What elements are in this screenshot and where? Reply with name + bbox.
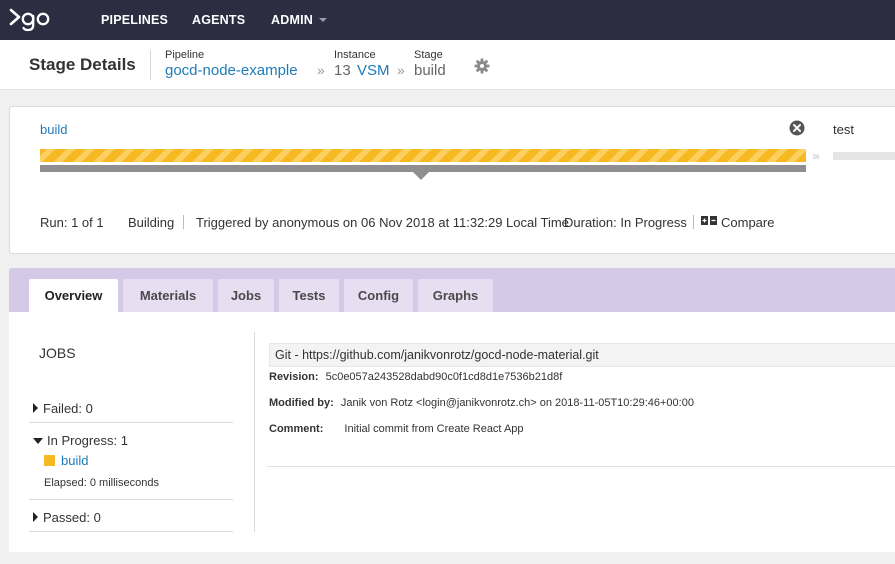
- gear-icon[interactable]: [474, 58, 490, 74]
- compare-icon[interactable]: [701, 215, 717, 227]
- stage-label: Stage: [414, 49, 443, 61]
- jobs-failed-toggle[interactable]: Failed: 0: [33, 401, 93, 416]
- stage-status: Building: [128, 215, 175, 230]
- tab-materials[interactable]: Materials: [123, 279, 213, 312]
- nav-agents[interactable]: AGENTS: [192, 13, 245, 27]
- breadcrumb-separator: »: [317, 62, 325, 78]
- comment-value: Initial commit from Create React App: [344, 423, 524, 435]
- nav-admin[interactable]: ADMIN: [271, 13, 327, 27]
- compare-link[interactable]: Compare: [721, 215, 774, 230]
- jobs-divider: [29, 531, 233, 532]
- tab-config[interactable]: Config: [344, 279, 413, 312]
- expand-icon: [33, 512, 38, 522]
- selected-stage-indicator: [413, 172, 429, 180]
- duration-info: Duration: In Progress: [564, 215, 687, 230]
- go-logo-icon[interactable]: [8, 7, 52, 33]
- modified-value: Janik von Rotz <login@janikvonrotz.ch> o…: [340, 397, 694, 409]
- jobs-failed-label: Failed: 0: [43, 401, 93, 416]
- expand-icon: [33, 403, 38, 413]
- top-navigation: PIPELINES AGENTS ADMIN: [0, 0, 895, 40]
- stage-header: Stage Details Pipeline gocd-node-example…: [0, 40, 895, 90]
- stage-value: build: [414, 62, 446, 79]
- stage-progress-panel: build test ››› Run: 1 of 1 Building Trig…: [9, 106, 895, 254]
- jobs-title: JOBS: [39, 345, 76, 361]
- tab-jobs[interactable]: Jobs: [218, 279, 274, 312]
- revision-value: 5c0e057a243528dabd90c0f1cd8d1e7536b21d8f: [325, 371, 563, 383]
- stage-progress-track: [40, 165, 806, 172]
- stage-tabs: Overview Materials Jobs Tests Config Gra…: [9, 268, 895, 312]
- jobs-in-progress-toggle[interactable]: In Progress: 1: [33, 433, 128, 448]
- modified-label: Modified by:: [269, 397, 334, 409]
- cancel-icon[interactable]: [789, 120, 805, 136]
- material-divider: [267, 466, 895, 467]
- material-modified: Modified by: Janik von Rotz <login@janik…: [269, 397, 694, 409]
- pipeline-link[interactable]: gocd-node-example: [165, 62, 298, 79]
- job-build-link[interactable]: build: [61, 453, 88, 468]
- pipeline-label: Pipeline: [165, 49, 205, 61]
- jobs-passed-toggle[interactable]: Passed: 0: [33, 510, 101, 525]
- run-info: Run: 1 of 1: [40, 215, 104, 230]
- tab-tests[interactable]: Tests: [279, 279, 339, 312]
- stage-arrows: ›››: [812, 149, 820, 163]
- jobs-divider: [29, 499, 233, 500]
- vsm-link[interactable]: VSM: [357, 62, 390, 79]
- job-status-swatch: [44, 455, 55, 466]
- meta-divider: [183, 215, 184, 229]
- material-revision: Revision: 5c0e057a243528dabd90c0f1cd8d1e…: [269, 371, 562, 383]
- instance-number: 13: [334, 62, 351, 79]
- instance-label: Instance: [334, 49, 376, 61]
- tab-graphs[interactable]: Graphs: [418, 279, 493, 312]
- job-elapsed: Elapsed: 0 milliseconds: [44, 477, 159, 489]
- content-divider: [254, 332, 255, 532]
- jobs-divider: [29, 422, 233, 423]
- revision-label: Revision:: [269, 371, 319, 383]
- collapse-icon: [33, 438, 43, 444]
- caret-down-icon: [318, 18, 327, 22]
- comment-label: Comment:: [269, 423, 324, 435]
- stage-test-link[interactable]: test: [833, 122, 854, 137]
- header-divider: [150, 50, 151, 80]
- stage-progress-bar: [40, 149, 806, 162]
- tab-overview[interactable]: Overview: [29, 279, 118, 312]
- overview-panel: JOBS Failed: 0 In Progress: 1 build Elap…: [9, 312, 895, 552]
- nav-pipelines[interactable]: PIPELINES: [101, 13, 168, 27]
- material-header: Git - https://github.com/janikvonrotz/go…: [269, 343, 895, 367]
- jobs-passed-label: Passed: 0: [43, 510, 101, 525]
- page-title: Stage Details: [29, 55, 136, 74]
- meta-divider: [693, 215, 694, 229]
- nav-admin-label: ADMIN: [271, 13, 313, 27]
- material-comment: Comment: Initial commit from Create React…: [269, 423, 524, 435]
- breadcrumb-separator: »: [397, 62, 405, 78]
- stage-build-link[interactable]: build: [40, 122, 67, 137]
- next-stage-bar: [833, 152, 895, 160]
- triggered-info: Triggered by anonymous on 06 Nov 2018 at…: [196, 215, 569, 230]
- jobs-in-progress-label: In Progress: 1: [47, 433, 128, 448]
